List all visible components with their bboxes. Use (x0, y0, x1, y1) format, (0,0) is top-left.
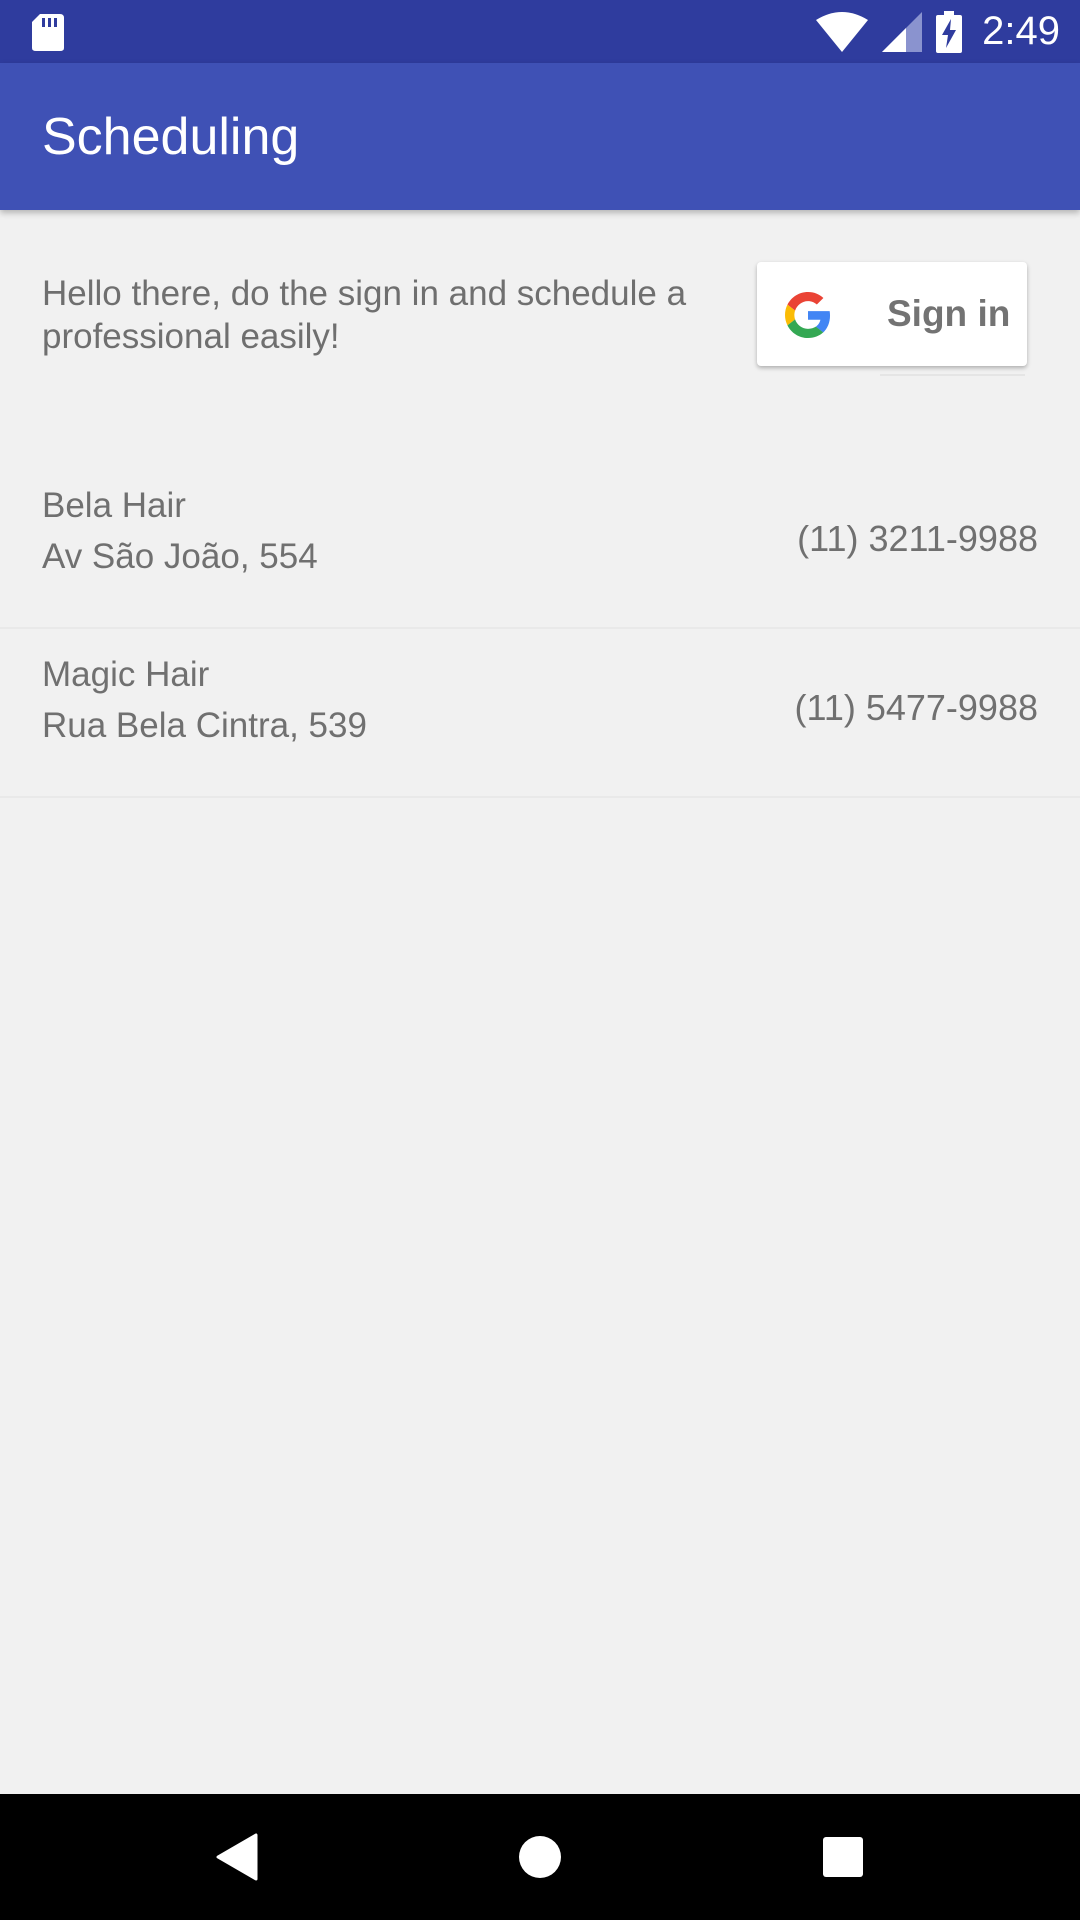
home-icon (519, 1836, 561, 1878)
salon-phone: (11) 5477-9988 (794, 687, 1038, 728)
recents-button[interactable] (808, 1822, 878, 1892)
status-time: 2:49 (982, 9, 1060, 53)
back-icon (216, 1833, 258, 1881)
salon-address: Rua Bela Cintra, 539 (42, 706, 367, 745)
status-bar: 2:49 (0, 0, 1080, 63)
screen: 2:49 Scheduling Hello there, do the sign… (0, 0, 1080, 1920)
intro-text: Hello there, do the sign in and schedule… (42, 274, 687, 356)
divider (880, 374, 1025, 376)
salon-address: Av São João, 554 (42, 537, 318, 576)
status-icons: 2:49 (816, 0, 1060, 63)
list-item[interactable]: Magic Hair Rua Bela Cintra, 539 (11) 547… (0, 629, 1080, 798)
sd-card-icon (32, 14, 64, 51)
salon-list: Bela Hair Av São João, 554 (11) 3211-998… (0, 460, 1080, 798)
navigation-bar (0, 1794, 1080, 1920)
google-sign-in-button[interactable]: Sign in (757, 262, 1027, 366)
sign-in-label: Sign in (887, 293, 1011, 334)
recents-icon (823, 1837, 863, 1877)
salon-phone: (11) 3211-9988 (797, 518, 1038, 559)
battery-charging-icon (936, 10, 963, 53)
app-bar: Scheduling (0, 63, 1080, 210)
back-button[interactable] (201, 1822, 271, 1892)
cell-signal-icon (882, 11, 923, 52)
home-button[interactable] (505, 1822, 575, 1892)
wifi-icon (816, 11, 869, 52)
app-title: Scheduling (42, 108, 300, 166)
google-icon (785, 292, 831, 338)
salon-name: Bela Hair (42, 486, 186, 525)
salon-name: Magic Hair (42, 655, 210, 694)
list-item[interactable]: Bela Hair Av São João, 554 (11) 3211-998… (0, 460, 1080, 629)
